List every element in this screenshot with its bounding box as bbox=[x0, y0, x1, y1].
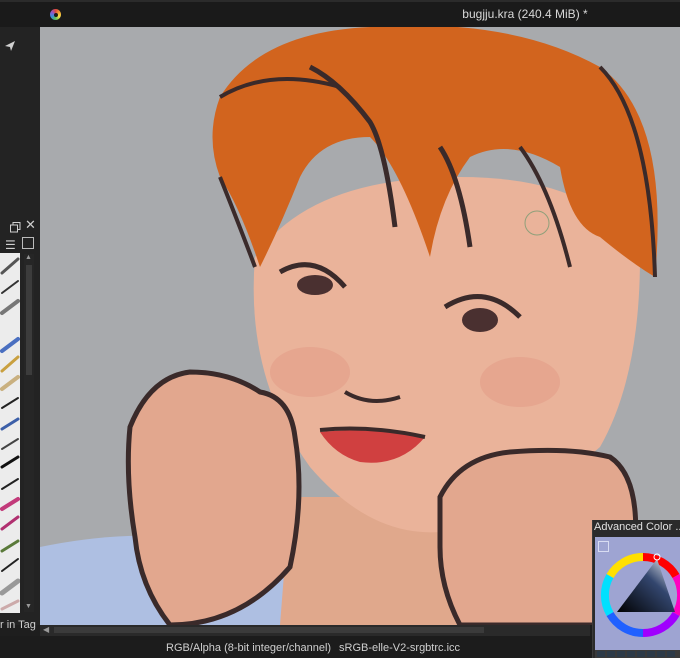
document-title: bugjju.kra (240.4 MiB) * bbox=[462, 7, 588, 21]
float-icon[interactable] bbox=[10, 220, 21, 233]
drawing-canvas[interactable] bbox=[40, 27, 680, 625]
top-strip bbox=[0, 0, 680, 2]
scroll-down-icon[interactable]: ▼ bbox=[25, 603, 32, 610]
brush-presets-list[interactable] bbox=[0, 253, 20, 613]
status-color-profile: sRGB-elle-V2-srgbtrc.icc bbox=[339, 642, 461, 654]
recent-color-swatch[interactable] bbox=[597, 651, 605, 657]
scroll-up-icon[interactable]: ▲ bbox=[25, 254, 32, 261]
krita-tab-icon[interactable] bbox=[50, 9, 61, 20]
recent-color-swatch[interactable] bbox=[607, 651, 615, 657]
color-selector-body[interactable] bbox=[595, 537, 680, 652]
brush-list-scroll-thumb[interactable] bbox=[26, 265, 32, 375]
color-config-icon[interactable] bbox=[598, 541, 609, 552]
scroll-left-icon[interactable]: ◀ bbox=[43, 625, 49, 634]
color-selector-title: Advanced Color ... bbox=[594, 521, 680, 533]
close-icon[interactable]: ✕ bbox=[25, 218, 36, 231]
share-icon[interactable] bbox=[4, 40, 18, 54]
recent-color-swatch[interactable] bbox=[637, 651, 645, 657]
menu-icon[interactable]: ☰ bbox=[5, 238, 16, 252]
tag-filter-label[interactable]: r in Tag bbox=[0, 619, 36, 631]
recent-color-swatch[interactable] bbox=[667, 651, 675, 657]
canvas-scroll-thumb[interactable] bbox=[54, 627, 484, 633]
status-color-model: RGB/Alpha (8-bit integer/channel) bbox=[166, 642, 332, 654]
recent-color-swatch[interactable] bbox=[657, 651, 665, 657]
recent-color-swatch[interactable] bbox=[627, 651, 635, 657]
view-icon[interactable] bbox=[22, 237, 34, 249]
recent-color-swatch[interactable] bbox=[617, 651, 625, 657]
recent-color-swatch[interactable] bbox=[647, 651, 655, 657]
